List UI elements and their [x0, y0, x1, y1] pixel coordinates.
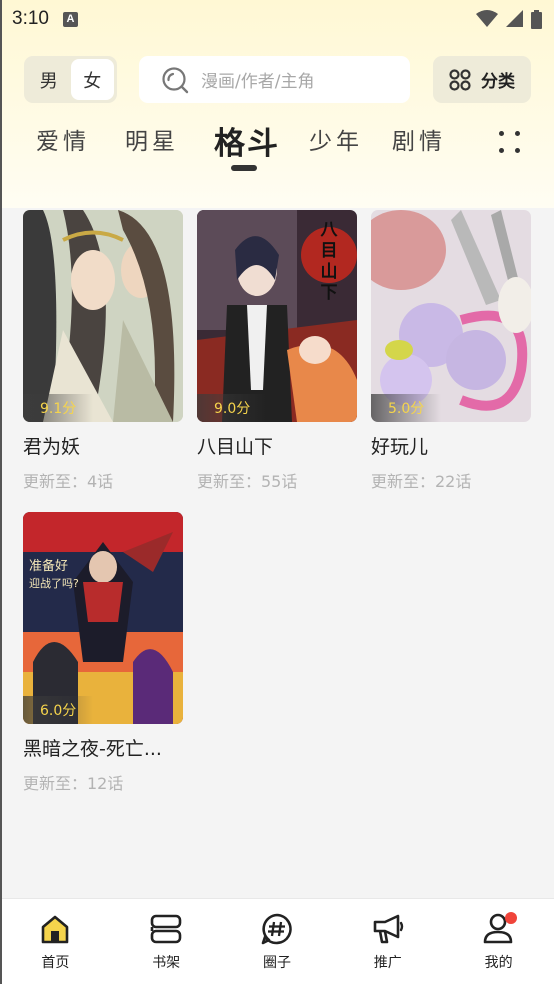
more-tabs-icon[interactable] [497, 129, 527, 159]
score-badge: 5.0分 [371, 394, 441, 422]
nav-bookshelf-label: 书架 [152, 955, 181, 971]
comic-cover[interactable]: 9.1分 [23, 210, 183, 422]
status-time: 3:10 [12, 8, 49, 29]
nav-home[interactable]: 首页 [0, 899, 111, 984]
gender-toggle[interactable]: 男 女 [24, 56, 117, 103]
gender-male-option[interactable]: 男 [27, 59, 71, 100]
score-badge: 9.0分 [197, 394, 267, 422]
nav-bookshelf[interactable]: 书架 [111, 899, 222, 984]
nav-home-label: 首页 [41, 955, 70, 971]
svg-text:山: 山 [321, 262, 338, 282]
nav-promote-label: 推广 [373, 955, 402, 971]
bookshelf-icon [150, 914, 182, 944]
nav-circle[interactable]: 圈子 [222, 899, 333, 984]
comic-card[interactable]: 5.0分 好玩儿 更新至：22话 [371, 210, 531, 492]
bottom-navigation: 首页 书架 圈子 推广 我的 [0, 898, 554, 984]
nav-circle-label: 圈子 [262, 955, 291, 971]
comic-grid: 9.1分 君为妖 更新至：4话 八 目 山 下 9.0分 八目山下 更新至：55… [0, 208, 554, 898]
notification-icon: A [62, 11, 78, 27]
window-edge [0, 0, 2, 984]
cover-art-jun-wei-yao [23, 210, 183, 422]
wifi-icon [476, 10, 498, 27]
nav-profile[interactable]: 我的 [443, 899, 554, 984]
signal-icon [506, 10, 523, 27]
comic-update: 更新至：55话 [197, 472, 298, 491]
comic-update: 更新至：12话 [23, 774, 124, 793]
active-tab-indicator [231, 165, 257, 171]
status-bar: 3:10 A [0, 0, 554, 38]
tab-youth[interactable]: 少年 [309, 122, 363, 156]
svg-text:八: 八 [321, 220, 339, 240]
nav-promote[interactable]: 推广 [332, 899, 443, 984]
comic-card[interactable]: 9.1分 君为妖 更新至：4话 [23, 210, 183, 492]
battery-icon [531, 9, 542, 29]
score-badge: 9.1分 [23, 394, 93, 422]
comic-card[interactable]: 准备好 迎战了吗? 6.0分 黑暗之夜-死亡... 更新至：12话 [23, 512, 183, 794]
score-badge: 6.0分 [23, 696, 93, 724]
comic-title[interactable]: 君为妖 [23, 432, 183, 459]
megaphone-icon [373, 914, 403, 944]
comic-card[interactable]: 八 目 山 下 9.0分 八目山下 更新至：55话 [197, 210, 357, 492]
nav-profile-label: 我的 [484, 955, 513, 971]
tab-celebrity[interactable]: 明星 [125, 122, 179, 156]
cover-art-dark-nights: 准备好 迎战了吗? [23, 512, 183, 724]
comic-cover[interactable]: 准备好 迎战了吗? 6.0分 [23, 512, 183, 724]
comic-title[interactable]: 好玩儿 [371, 432, 531, 459]
comic-title[interactable]: 八目山下 [197, 432, 357, 459]
tab-fighting[interactable]: 格斗 [214, 118, 280, 163]
comic-cover[interactable]: 八 目 山 下 9.0分 [197, 210, 357, 422]
cover-art-ba-mu-shan-xia: 八 目 山 下 [197, 210, 357, 422]
category-label: 分类 [481, 72, 515, 92]
comic-update: 更新至：4话 [23, 472, 114, 491]
svg-text:准备好: 准备好 [29, 558, 68, 574]
search-input[interactable]: 漫画/作者/主角 [139, 56, 410, 103]
comic-update: 更新至：22话 [371, 472, 472, 491]
hashtag-circle-icon [261, 913, 292, 945]
tab-romance[interactable]: 爱情 [36, 122, 90, 156]
gender-female-option[interactable]: 女 [70, 59, 114, 100]
cover-art-hao-wan-er [371, 210, 531, 422]
search-placeholder: 漫画/作者/主角 [201, 72, 315, 92]
search-icon [162, 66, 189, 93]
status-icons [476, 9, 542, 29]
grid-icon [449, 68, 471, 91]
svg-text:目: 目 [321, 241, 338, 261]
genre-tabs: 爱情 明星 格斗 少年 剧情 [0, 116, 554, 176]
svg-text:下: 下 [321, 283, 338, 303]
home-icon [42, 915, 69, 944]
tab-drama[interactable]: 剧情 [392, 122, 446, 156]
svg-text:迎战了吗?: 迎战了吗? [29, 577, 79, 590]
category-button[interactable]: 分类 [433, 56, 531, 103]
comic-cover[interactable]: 5.0分 [371, 210, 531, 422]
comic-title[interactable]: 黑暗之夜-死亡... [23, 734, 183, 761]
